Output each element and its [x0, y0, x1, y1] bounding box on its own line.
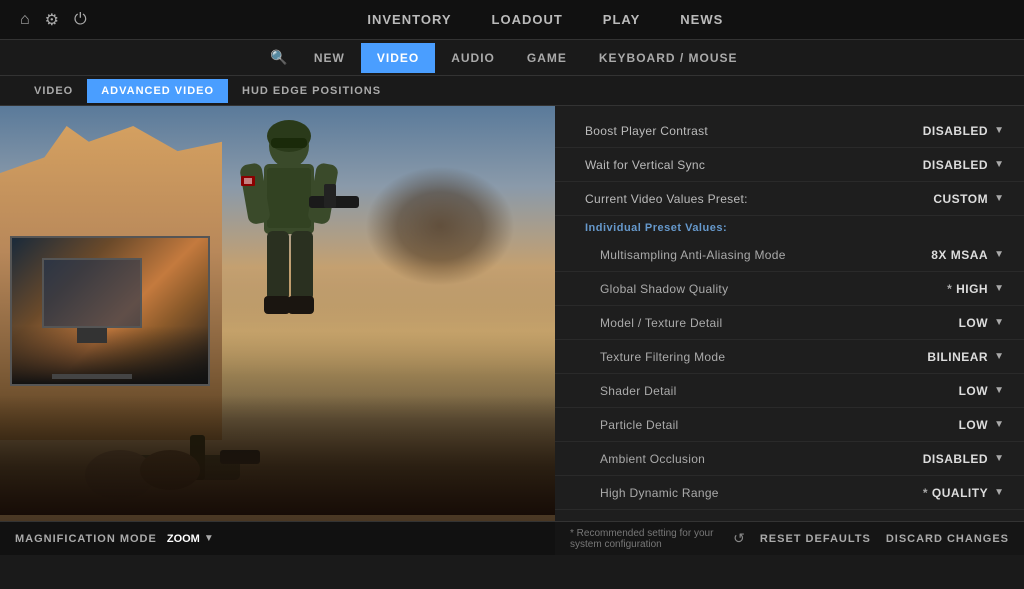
second-nav: 🔍 NEW VIDEO AUDIO GAME KEYBOARD / MOUSE: [0, 40, 1024, 76]
setting-value-text: 8X MSAA: [931, 248, 988, 262]
tab-game[interactable]: GAME: [511, 43, 583, 73]
setting-value-text: BILINEAR: [927, 350, 988, 364]
top-nav: ⌂ ⚙ ⏻ INVENTORY LOADOUT PLAY NEWS: [0, 0, 1024, 40]
third-nav: VIDEO ADVANCED VIDEO HUD EDGE POSITIONS: [0, 76, 1024, 106]
setting-label: Particle Detail: [585, 418, 844, 432]
chevron-down-icon: ▼: [994, 351, 1004, 362]
setting-label: Texture Filtering Mode: [585, 350, 844, 364]
setting-shader-detail[interactable]: Shader Detail LOW ▼: [555, 374, 1024, 408]
reset-icon[interactable]: ↺: [733, 530, 745, 547]
home-icon[interactable]: ⌂: [20, 11, 30, 29]
chevron-down-icon: ▼: [994, 193, 1004, 204]
chevron-down-icon: ▼: [994, 487, 1004, 498]
setting-value-text: LOW: [959, 316, 989, 330]
nav-play[interactable]: PLAY: [603, 12, 640, 27]
mag-mode-value: ZOOM: [167, 533, 200, 545]
setting-value-wrapper[interactable]: QUALITY ▼: [844, 486, 1004, 500]
setting-value-wrapper[interactable]: LOW ▼: [844, 316, 1004, 330]
setting-value-text: DISABLED: [923, 452, 988, 466]
settings-panel: Boost Player Contrast DISABLED ▼ Wait fo…: [555, 106, 1024, 555]
nav-inventory[interactable]: INVENTORY: [367, 12, 451, 27]
setting-label: Global Shadow Quality: [585, 282, 844, 296]
setting-msaa[interactable]: Multisampling Anti-Aliasing Mode 8X MSAA…: [555, 238, 1024, 272]
tab-advanced-video[interactable]: ADVANCED VIDEO: [87, 79, 228, 103]
setting-value-wrapper[interactable]: BILINEAR ▼: [844, 350, 1004, 364]
setting-video-preset[interactable]: Current Video Values Preset: CUSTOM ▼: [555, 182, 1024, 216]
setting-value-wrapper[interactable]: DISABLED ▼: [844, 158, 1004, 172]
setting-label: High Dynamic Range: [585, 486, 844, 500]
tab-keyboard-mouse[interactable]: KEYBOARD / MOUSE: [583, 43, 754, 73]
chevron-down-icon: ▼: [994, 453, 1004, 464]
setting-value-text: DISABLED: [923, 124, 988, 138]
discard-changes-button[interactable]: DISCARD CHANGES: [886, 533, 1009, 545]
setting-value-wrapper[interactable]: 8X MSAA ▼: [844, 248, 1004, 262]
setting-value-text: LOW: [959, 418, 989, 432]
setting-label: Boost Player Contrast: [585, 124, 844, 138]
tab-hud-edge[interactable]: HUD EDGE POSITIONS: [228, 79, 395, 103]
chevron-down-icon: ▼: [994, 317, 1004, 328]
setting-texture-detail[interactable]: Model / Texture Detail LOW ▼: [555, 306, 1024, 340]
game-preview-panel: Magnification Mode ZOOM ▼: [0, 106, 555, 555]
setting-value-wrapper[interactable]: LOW ▼: [844, 418, 1004, 432]
setting-value-text: LOW: [959, 384, 989, 398]
power-icon[interactable]: ⏻: [74, 11, 87, 29]
setting-vertical-sync[interactable]: Wait for Vertical Sync DISABLED ▼: [555, 148, 1024, 182]
setting-value-wrapper[interactable]: LOW ▼: [844, 384, 1004, 398]
settings-list: Boost Player Contrast DISABLED ▼ Wait fo…: [555, 106, 1024, 555]
setting-particle-detail[interactable]: Particle Detail LOW ▼: [555, 408, 1024, 442]
setting-value-text: DISABLED: [923, 158, 988, 172]
search-icon[interactable]: 🔍: [270, 49, 287, 66]
top-nav-icons: ⌂ ⚙ ⏻: [20, 10, 87, 30]
setting-value-wrapper[interactable]: DISABLED ▼: [844, 124, 1004, 138]
tab-audio[interactable]: AUDIO: [435, 43, 511, 73]
setting-value-wrapper[interactable]: HIGH ▼: [844, 282, 1004, 296]
top-nav-links: INVENTORY LOADOUT PLAY NEWS: [87, 12, 1004, 27]
nav-loadout[interactable]: LOADOUT: [492, 12, 563, 27]
setting-hdr[interactable]: High Dynamic Range QUALITY ▼: [555, 476, 1024, 510]
recommended-note: * Recommended setting for your system co…: [570, 528, 718, 550]
setting-value-text: QUALITY: [923, 486, 988, 500]
setting-label: Current Video Values Preset:: [585, 192, 844, 206]
chevron-down-icon: ▼: [994, 419, 1004, 430]
setting-value-text: HIGH: [947, 282, 988, 296]
setting-shadow-quality[interactable]: Global Shadow Quality HIGH ▼: [555, 272, 1024, 306]
reset-defaults-button[interactable]: RESET DEFAULTS: [760, 533, 871, 545]
setting-texture-filtering[interactable]: Texture Filtering Mode BILINEAR ▼: [555, 340, 1024, 374]
mag-mode-label: Magnification Mode: [15, 533, 157, 545]
mag-chevron-icon: ▼: [204, 533, 214, 544]
main-content: Magnification Mode ZOOM ▼ Boost Player C…: [0, 106, 1024, 555]
chevron-down-icon: ▼: [994, 125, 1004, 136]
setting-value-wrapper[interactable]: DISABLED ▼: [844, 452, 1004, 466]
tab-new[interactable]: NEW: [298, 43, 361, 73]
setting-label: Multisampling Anti-Aliasing Mode: [585, 248, 844, 262]
tab-video-sub[interactable]: VIDEO: [20, 79, 87, 103]
game-background: [0, 106, 555, 555]
setting-label: Ambient Occlusion: [585, 452, 844, 466]
nav-news[interactable]: NEWS: [680, 12, 723, 27]
mini-preview-inset: [10, 236, 210, 386]
setting-ambient-occlusion[interactable]: Ambient Occlusion DISABLED ▼: [555, 442, 1024, 476]
gear-icon[interactable]: ⚙: [45, 10, 59, 30]
soldier-figure: [209, 116, 369, 376]
tab-video[interactable]: VIDEO: [361, 43, 435, 73]
setting-boost-player-contrast[interactable]: Boost Player Contrast DISABLED ▼: [555, 114, 1024, 148]
chevron-down-icon: ▼: [994, 283, 1004, 294]
setting-value-text: CUSTOM: [933, 192, 988, 206]
chevron-down-icon: ▼: [994, 159, 1004, 170]
magnification-bar: Magnification Mode ZOOM ▼: [0, 521, 555, 555]
setting-label: Shader Detail: [585, 384, 844, 398]
setting-label: Wait for Vertical Sync: [585, 158, 844, 172]
mag-mode-selector[interactable]: ZOOM ▼: [167, 533, 214, 545]
setting-label: Model / Texture Detail: [585, 316, 844, 330]
chevron-down-icon: ▼: [994, 385, 1004, 396]
chevron-down-icon: ▼: [994, 249, 1004, 260]
bottom-action-bar: * Recommended setting for your system co…: [555, 521, 1024, 555]
preset-values-header: Individual Preset Values:: [555, 216, 1024, 238]
setting-value-wrapper[interactable]: CUSTOM ▼: [844, 192, 1004, 206]
